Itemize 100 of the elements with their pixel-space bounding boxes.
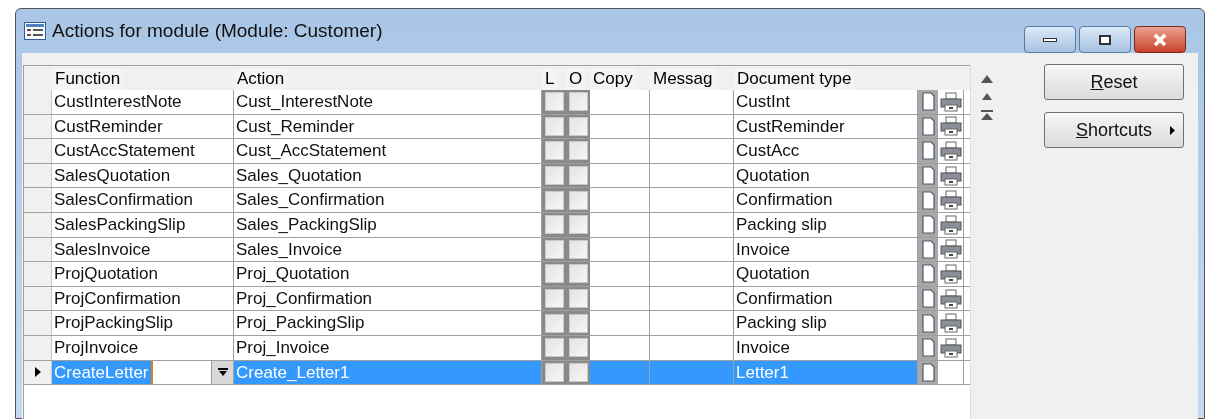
printer-icon[interactable] (939, 337, 962, 358)
table-cell-text: Invoice (736, 238, 790, 261)
checkbox[interactable] (544, 141, 564, 161)
printer-icon[interactable] (939, 116, 962, 137)
table-row[interactable]: ProjInvoice Proj_Invoice Invoice (24, 335, 970, 361)
table-cell-text: Letter1 (736, 361, 789, 384)
document-icon[interactable] (921, 338, 935, 358)
close-icon (1152, 32, 1168, 47)
table-row[interactable]: CustReminder Cust_Reminder CustReminder (24, 114, 970, 140)
table-cell-text: Quotation (736, 164, 810, 187)
printer-icon[interactable] (939, 239, 962, 260)
scroll-top-icon[interactable] (980, 75, 993, 83)
table-cell-text: ProjInvoice (53, 337, 140, 359)
column-header[interactable]: Action (234, 68, 288, 90)
printer-icon[interactable] (939, 190, 962, 211)
checkbox[interactable] (568, 313, 588, 333)
action-button[interactable]: Shortcuts (1044, 112, 1184, 148)
table-cell-text: Quotation (736, 263, 810, 286)
minimize-button[interactable] (1024, 26, 1076, 53)
column-header[interactable]: O (566, 68, 586, 90)
scroll-up-icon[interactable] (981, 93, 992, 100)
table-cell-text: Proj_Quotation (236, 263, 350, 286)
table-cell-text: Proj_Confirmation (236, 287, 373, 310)
maximize-button[interactable] (1079, 26, 1131, 53)
checkbox[interactable] (544, 264, 564, 284)
table-cell-text: CustInt (736, 91, 790, 114)
printer-icon[interactable] (939, 263, 962, 284)
table-cell-text: SalesInvoice (53, 238, 152, 261)
column-header[interactable]: Document type (734, 68, 855, 90)
submenu-arrow-icon (1170, 125, 1175, 135)
checkbox[interactable] (568, 264, 588, 284)
table-cell-text: Proj_Invoice (236, 337, 330, 359)
checkbox[interactable] (544, 166, 564, 186)
table-cell-text: CustAcc (736, 140, 800, 163)
action-button[interactable]: Reset (1044, 64, 1184, 100)
checkbox[interactable] (568, 116, 588, 136)
document-icon[interactable] (921, 362, 935, 382)
checkbox[interactable] (544, 313, 564, 333)
column-header[interactable]: Messag (650, 68, 716, 90)
table-cell-text: Confirmation (736, 189, 833, 212)
document-icon[interactable] (921, 141, 935, 161)
printer-icon[interactable] (939, 214, 962, 235)
checkbox[interactable] (568, 215, 588, 235)
checkbox[interactable] (544, 362, 564, 382)
printer-icon[interactable] (939, 288, 962, 309)
window-title: Actions for module (Module: Customer) (52, 18, 383, 43)
checkbox[interactable] (568, 289, 588, 309)
table-row[interactable]: ProjQuotation Proj_Quotation Quotation (24, 262, 970, 287)
checkbox[interactable] (568, 239, 588, 259)
table-cell-text: Cust_InterestNote (236, 91, 373, 114)
checkbox[interactable] (568, 92, 588, 112)
checkbox[interactable] (568, 362, 588, 382)
table-row[interactable]: CustInterestNote Cust_InterestNote CustInt (24, 90, 970, 115)
column-header[interactable]: L (542, 68, 558, 90)
document-icon[interactable] (921, 239, 935, 259)
checkbox[interactable] (544, 338, 564, 358)
checkbox[interactable] (544, 190, 564, 210)
printer-icon[interactable] (939, 91, 962, 112)
form-icon (24, 22, 46, 40)
table-cell-text: Sales_Confirmation (236, 189, 385, 212)
checkbox[interactable] (568, 190, 588, 210)
checkbox[interactable] (544, 239, 564, 259)
checkbox[interactable] (544, 116, 564, 136)
document-icon[interactable] (921, 92, 935, 112)
table-cell-text: Cust_Reminder (236, 115, 355, 138)
table-cell-text: Proj_PackingSlip (236, 312, 365, 335)
document-icon[interactable] (921, 215, 935, 235)
table-row[interactable]: SalesConfirmation Sales_Confirmation Confirmation (24, 188, 970, 213)
document-icon[interactable] (921, 289, 935, 309)
table-cell-text: Invoice (736, 337, 790, 359)
printer-icon[interactable] (939, 313, 962, 334)
document-icon[interactable] (921, 116, 935, 136)
dropdown-button[interactable] (211, 360, 233, 385)
table-row[interactable]: SalesQuotation Sales_Quotation Quotation (24, 163, 970, 189)
printer-icon[interactable] (939, 165, 962, 186)
table-row[interactable]: SalesInvoice Sales_Invoice Invoice (24, 237, 970, 263)
table-cell-text: Create_Letter1 (236, 361, 350, 384)
column-header[interactable]: Function (52, 68, 124, 90)
document-icon[interactable] (921, 166, 935, 186)
table-cell-text: ProjConfirmation (53, 287, 182, 310)
table-row[interactable]: ProjPackingSlip Proj_PackingSlip Packing slip (24, 311, 970, 336)
document-icon[interactable] (921, 264, 935, 284)
table-cell-text: ProjQuotation (53, 263, 159, 286)
close-button[interactable] (1134, 26, 1186, 53)
document-icon[interactable] (921, 190, 935, 210)
checkbox[interactable] (568, 141, 588, 161)
scroll-to-first-icon[interactable] (980, 110, 993, 120)
checkbox[interactable] (568, 166, 588, 186)
table-row[interactable]: ProjConfirmation Proj_Confirmation Confirmation (24, 286, 970, 312)
checkbox[interactable] (544, 289, 564, 309)
table-row[interactable]: CustAccStatement Cust_AccStatement CustAcc (24, 139, 970, 164)
checkbox[interactable] (568, 338, 588, 358)
checkbox[interactable] (544, 92, 564, 112)
checkbox[interactable] (544, 215, 564, 235)
table-row[interactable]: SalesPackingSlip Sales_PackingSlip Packing slip (24, 212, 970, 238)
printer-icon[interactable] (939, 141, 962, 161)
table-cell-text: SalesPackingSlip (53, 214, 187, 236)
column-header[interactable]: Copy (590, 68, 636, 90)
document-icon[interactable] (921, 313, 935, 333)
dropdown-icon (217, 368, 228, 377)
